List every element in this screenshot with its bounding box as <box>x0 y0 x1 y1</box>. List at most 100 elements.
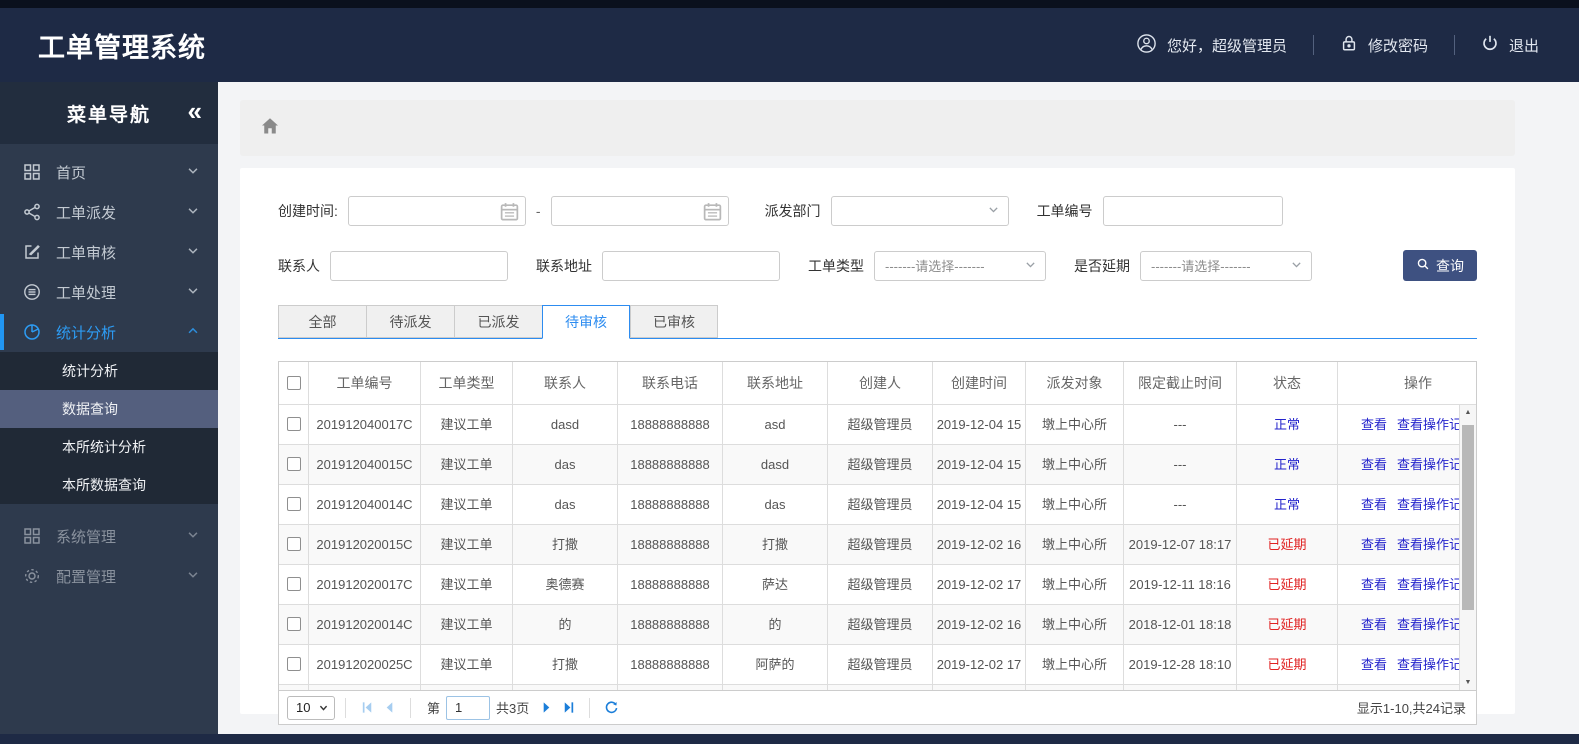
pagination-bar: 10 第 共3页 显示1-10,共24记录 <box>279 690 1476 724</box>
cell: das <box>513 445 618 484</box>
sidebar-subitem[interactable]: 本所数据查询 <box>0 466 218 504</box>
view-link[interactable]: 查看 <box>1361 417 1387 432</box>
table-row: 201912040014C 建议工单 das 18888888888 das 超级管理员 2… <box>279 485 1476 525</box>
checkbox-cell <box>279 485 309 524</box>
cell: 超级管理员 <box>828 645 933 684</box>
chevron-down-icon <box>987 203 1000 219</box>
first-page-button[interactable] <box>356 697 378 719</box>
cell: dasd <box>723 445 828 484</box>
cell: asd <box>723 405 828 444</box>
row-checkbox[interactable] <box>286 417 301 432</box>
delay-select[interactable]: -------请选择------- <box>1140 250 1312 281</box>
cell <box>723 685 828 690</box>
cell: 201912040014C <box>309 485 421 524</box>
calendar-icon[interactable] <box>499 201 520 222</box>
sidebar-collapse-icon[interactable]: « <box>188 98 202 124</box>
chevron-down-icon <box>1290 258 1303 274</box>
page-size-select[interactable]: 10 <box>287 695 335 720</box>
view-link[interactable]: 查看 <box>1361 457 1387 472</box>
created-time-label: 创建时间: <box>278 203 338 219</box>
cell: 打撒 <box>513 525 618 564</box>
sidebar-item-process[interactable]: 工单处理 <box>0 272 218 312</box>
cell <box>1026 685 1124 690</box>
dispatch-dept-select[interactable] <box>830 196 1009 226</box>
cell: --- <box>1124 485 1237 524</box>
tab-已派发[interactable]: 已派发 <box>454 305 542 338</box>
sidebar-item-review[interactable]: 工单审核 <box>0 232 218 272</box>
status-badge: 正常 <box>1237 405 1338 444</box>
last-page-button[interactable] <box>557 697 579 719</box>
sidebar-subitem[interactable]: 统计分析 <box>0 352 218 390</box>
tab-已审核[interactable]: 已审核 <box>630 305 718 338</box>
select-all-checkbox[interactable] <box>286 375 301 390</box>
gear-icon <box>22 566 42 586</box>
view-link[interactable]: 查看 <box>1361 577 1387 592</box>
sidebar-item-stats[interactable]: 统计分析 <box>0 312 218 352</box>
view-link[interactable]: 查看 <box>1361 497 1387 512</box>
calendar-icon[interactable] <box>702 201 723 222</box>
sidebar-item-system[interactable]: 系统管理 <box>0 516 218 556</box>
cell: 201912020014C <box>309 605 421 644</box>
vertical-scrollbar[interactable]: ▲ ▼ <box>1459 405 1476 690</box>
row-checkbox[interactable] <box>286 457 301 472</box>
cell: 超级管理员 <box>828 485 933 524</box>
sidebar-title: 菜单导航 <box>66 104 151 126</box>
status-badge: 正常 <box>1237 485 1338 524</box>
change-password-button[interactable]: 修改密码 <box>1340 34 1428 56</box>
next-page-button[interactable] <box>535 697 557 719</box>
sidebar-subitem[interactable]: 数据查询 <box>0 390 218 428</box>
created-start-date-input[interactable] <box>347 196 526 226</box>
sidebar-item-config[interactable]: 配置管理 <box>0 556 218 596</box>
main-content: 创建时间: - 派发部门 工单编号 联系人 联系地址 工单类型 -------请… <box>218 82 1579 734</box>
edit-icon <box>22 242 42 262</box>
order-no-input[interactable] <box>1102 196 1283 226</box>
filter-row-2: 联系人 联系地址 工单类型 -------请选择------- 是否延期 ---… <box>278 250 1477 281</box>
cell: 超级管理员 <box>828 405 933 444</box>
sidebar-item-home[interactable]: 首页 <box>0 152 218 192</box>
tab-待审核[interactable]: 待审核 <box>542 305 630 339</box>
scrollbar-thumb[interactable] <box>1462 425 1474 610</box>
created-end-date-input[interactable] <box>550 196 729 226</box>
cell <box>1124 685 1237 690</box>
table-header-row: 工单编号 工单类型 联系人 联系电话 联系地址 创建人 创建时间 派发对象 限定截止时间 状态 操作 <box>279 362 1476 405</box>
cell: --- <box>1124 405 1237 444</box>
scroll-down-arrow-icon[interactable]: ▼ <box>1460 675 1476 690</box>
dispatch-dept-label: 派发部门 <box>764 203 821 219</box>
header-divider <box>1453 35 1455 55</box>
user-greeting-label: 您好，超级管理员 <box>1166 37 1287 55</box>
row-checkbox[interactable] <box>286 497 301 512</box>
order-type-select[interactable]: -------请选择------- <box>874 250 1046 281</box>
row-checkbox[interactable] <box>286 577 301 592</box>
tab-全部[interactable]: 全部 <box>278 305 366 338</box>
logout-button[interactable]: 退出 <box>1481 34 1539 56</box>
records-summary: 显示1-10,共24记录 <box>1356 701 1466 716</box>
window-top-strip <box>0 0 1579 8</box>
home-icon[interactable] <box>260 116 280 141</box>
prev-page-button[interactable] <box>378 697 400 719</box>
query-button[interactable]: 查询 <box>1403 250 1477 281</box>
page-prefix-label: 第 <box>427 701 441 716</box>
query-button-label: 查询 <box>1436 257 1464 274</box>
sidebar: 菜单导航 « 首页 工单派发 工单审核 工单处理 统计分析 统计分析 数据查询 本所统计分析本… <box>0 82 218 734</box>
contact-input[interactable] <box>330 250 508 281</box>
change-password-label: 修改密码 <box>1367 37 1428 55</box>
sidebar-item-dispatch[interactable]: 工单派发 <box>0 192 218 232</box>
refresh-button[interactable] <box>600 697 622 719</box>
cell: 2019-12-28 18:10 <box>1124 645 1237 684</box>
user-greeting[interactable]: 您好，超级管理员 <box>1136 33 1287 58</box>
row-checkbox[interactable] <box>286 617 301 632</box>
address-input[interactable] <box>602 250 780 281</box>
view-link[interactable]: 查看 <box>1361 537 1387 552</box>
view-link[interactable]: 查看 <box>1361 617 1387 632</box>
sidebar-subitem[interactable]: 本所统计分析 <box>0 428 218 466</box>
checkbox-cell <box>279 525 309 564</box>
row-checkbox[interactable] <box>286 537 301 552</box>
scroll-up-arrow-icon[interactable]: ▲ <box>1460 405 1476 420</box>
cell: 2019-12-02 17 <box>933 645 1026 684</box>
page-number-input[interactable] <box>446 695 491 720</box>
order-no-label: 工单编号 <box>1036 203 1093 219</box>
cell: 2019-12-02 17 <box>933 565 1026 604</box>
tab-待派发[interactable]: 待派发 <box>366 305 454 338</box>
row-checkbox[interactable] <box>286 657 301 672</box>
view-link[interactable]: 查看 <box>1361 657 1387 672</box>
